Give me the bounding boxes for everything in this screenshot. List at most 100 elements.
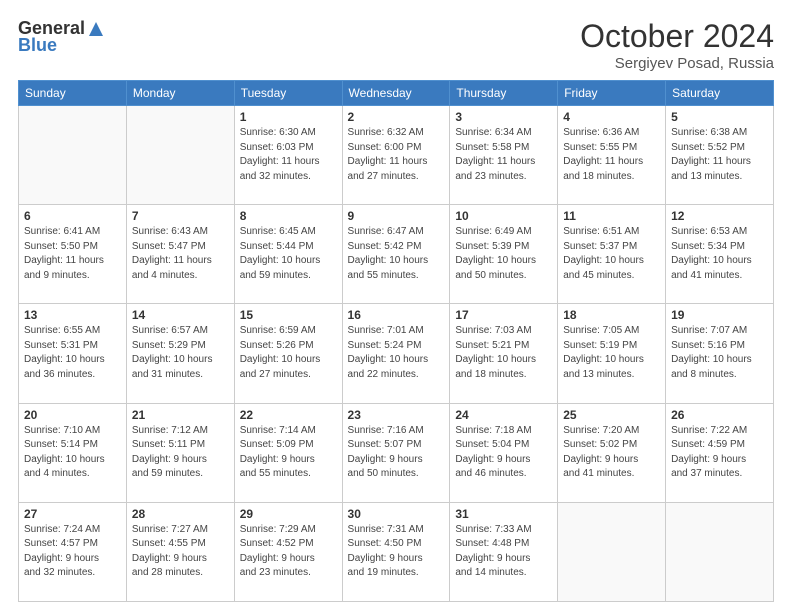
calendar-cell: 16 Sunrise: 7:01 AM Sunset: 5:24 PM Dayli… (342, 304, 450, 403)
day-detail: Sunrise: 7:27 AM Sunset: 4:55 PM Dayligh… (132, 523, 229, 581)
calendar-cell: 8 Sunrise: 6:45 AM Sunset: 5:44 PM Daylig… (234, 205, 342, 304)
calendar-table: Sunday Monday Tuesday Wednesday Thursday… (18, 80, 774, 602)
calendar-cell: 1Sunrise: 6:30 AM Sunset: 6:03 PM Daylig… (234, 106, 342, 205)
day-detail: Sunrise: 6:38 AM Sunset: 5:52 PM Dayligh… (671, 126, 768, 184)
day-number: 9 (348, 209, 445, 223)
calendar-cell: 23 Sunrise: 7:16 AM Sunset: 5:07 PM Dayli… (342, 403, 450, 502)
calendar-cell: 13Sunrise: 6:55 AM Sunset: 5:31 PM Dayli… (19, 304, 127, 403)
day-detail: Sunrise: 7:07 AM Sunset: 5:16 PM Dayligh… (671, 324, 768, 382)
day-detail: Sunrise: 7:20 AM Sunset: 5:02 PM Dayligh… (563, 424, 660, 482)
day-number: 22 (240, 408, 337, 422)
calendar-cell: 26Sunrise: 7:22 AM Sunset: 4:59 PM Dayli… (666, 403, 774, 502)
calendar-cell: 3Sunrise: 6:34 AM Sunset: 5:58 PM Daylig… (450, 106, 558, 205)
day-detail: Sunrise: 6:43 AM Sunset: 5:47 PM Dayligh… (132, 225, 229, 283)
day-detail: Sunrise: 6:59 AM Sunset: 5:26 PM Dayligh… (240, 324, 337, 382)
day-detail: Sunrise: 7:03 AM Sunset: 5:21 PM Dayligh… (455, 324, 552, 382)
col-thursday: Thursday (450, 81, 558, 106)
day-detail: Sunrise: 6:36 AM Sunset: 5:55 PM Dayligh… (563, 126, 660, 184)
calendar-cell: 14 Sunrise: 6:57 AM Sunset: 5:29 PM Dayli… (126, 304, 234, 403)
day-detail: Sunrise: 7:05 AM Sunset: 5:19 PM Dayligh… (563, 324, 660, 382)
day-detail: Sunrise: 7:31 AM Sunset: 4:50 PM Dayligh… (348, 523, 445, 581)
calendar-cell (558, 502, 666, 601)
calendar-cell: 5 Sunrise: 6:38 AM Sunset: 5:52 PM Daylig… (666, 106, 774, 205)
day-detail: Sunrise: 6:53 AM Sunset: 5:34 PM Dayligh… (671, 225, 768, 283)
calendar-cell: 20Sunrise: 7:10 AM Sunset: 5:14 PM Dayli… (19, 403, 127, 502)
calendar-cell: 27 Sunrise: 7:24 AM Sunset: 4:57 PM Dayli… (19, 502, 127, 601)
month-title: October 2024 (580, 18, 774, 55)
day-number: 12 (671, 209, 768, 223)
page: General Blue October 2024 Sergiyev Posad… (0, 0, 792, 612)
calendar-cell (666, 502, 774, 601)
day-detail: Sunrise: 6:55 AM Sunset: 5:31 PM Dayligh… (24, 324, 121, 382)
col-friday: Friday (558, 81, 666, 106)
day-detail: Sunrise: 6:47 AM Sunset: 5:42 PM Dayligh… (348, 225, 445, 283)
col-tuesday: Tuesday (234, 81, 342, 106)
calendar-cell: 29 Sunrise: 7:29 AM Sunset: 4:52 PM Dayli… (234, 502, 342, 601)
day-number: 31 (455, 507, 552, 521)
day-detail: Sunrise: 7:29 AM Sunset: 4:52 PM Dayligh… (240, 523, 337, 581)
calendar-cell: 9 Sunrise: 6:47 AM Sunset: 5:42 PM Daylig… (342, 205, 450, 304)
day-detail: Sunrise: 6:45 AM Sunset: 5:44 PM Dayligh… (240, 225, 337, 283)
col-saturday: Saturday (666, 81, 774, 106)
day-detail: Sunrise: 6:30 AM Sunset: 6:03 PM Dayligh… (240, 126, 337, 184)
day-number: 2 (348, 110, 445, 124)
day-number: 29 (240, 507, 337, 521)
calendar-cell: 21Sunrise: 7:12 AM Sunset: 5:11 PM Dayli… (126, 403, 234, 502)
day-detail: Sunrise: 7:33 AM Sunset: 4:48 PM Dayligh… (455, 523, 552, 581)
calendar-week-4: 20Sunrise: 7:10 AM Sunset: 5:14 PM Dayli… (19, 403, 774, 502)
header: General Blue October 2024 Sergiyev Posad… (18, 18, 774, 72)
calendar-week-3: 13Sunrise: 6:55 AM Sunset: 5:31 PM Dayli… (19, 304, 774, 403)
day-number: 23 (348, 408, 445, 422)
calendar-cell: 15 Sunrise: 6:59 AM Sunset: 5:26 PM Dayli… (234, 304, 342, 403)
day-number: 26 (671, 408, 768, 422)
calendar-cell: 11 Sunrise: 6:51 AM Sunset: 5:37 PM Dayli… (558, 205, 666, 304)
header-row: Sunday Monday Tuesday Wednesday Thursday… (19, 81, 774, 106)
calendar-cell: 17 Sunrise: 7:03 AM Sunset: 5:21 PM Dayli… (450, 304, 558, 403)
day-detail: Sunrise: 7:01 AM Sunset: 5:24 PM Dayligh… (348, 324, 445, 382)
calendar-week-1: 1Sunrise: 6:30 AM Sunset: 6:03 PM Daylig… (19, 106, 774, 205)
calendar-week-2: 6Sunrise: 6:41 AM Sunset: 5:50 PM Daylig… (19, 205, 774, 304)
day-detail: Sunrise: 6:34 AM Sunset: 5:58 PM Dayligh… (455, 126, 552, 184)
day-number: 30 (348, 507, 445, 521)
calendar-cell: 12 Sunrise: 6:53 AM Sunset: 5:34 PM Dayli… (666, 205, 774, 304)
calendar-cell: 7 Sunrise: 6:43 AM Sunset: 5:47 PM Daylig… (126, 205, 234, 304)
logo-blue: Blue (18, 35, 57, 56)
day-number: 4 (563, 110, 660, 124)
day-number: 10 (455, 209, 552, 223)
day-detail: Sunrise: 7:14 AM Sunset: 5:09 PM Dayligh… (240, 424, 337, 482)
calendar-cell: 22 Sunrise: 7:14 AM Sunset: 5:09 PM Dayli… (234, 403, 342, 502)
calendar-cell: 24Sunrise: 7:18 AM Sunset: 5:04 PM Dayli… (450, 403, 558, 502)
calendar-cell (19, 106, 127, 205)
title-block: October 2024 Sergiyev Posad, Russia (580, 18, 774, 72)
day-number: 14 (132, 308, 229, 322)
day-number: 17 (455, 308, 552, 322)
day-detail: Sunrise: 7:24 AM Sunset: 4:57 PM Dayligh… (24, 523, 121, 581)
calendar-cell: 30 Sunrise: 7:31 AM Sunset: 4:50 PM Dayli… (342, 502, 450, 601)
calendar-cell: 2 Sunrise: 6:32 AM Sunset: 6:00 PM Daylig… (342, 106, 450, 205)
calendar-cell: 25Sunrise: 7:20 AM Sunset: 5:02 PM Dayli… (558, 403, 666, 502)
day-detail: Sunrise: 6:57 AM Sunset: 5:29 PM Dayligh… (132, 324, 229, 382)
day-detail: Sunrise: 6:49 AM Sunset: 5:39 PM Dayligh… (455, 225, 552, 283)
day-number: 5 (671, 110, 768, 124)
logo-triangle-icon (87, 20, 105, 38)
day-detail: Sunrise: 7:16 AM Sunset: 5:07 PM Dayligh… (348, 424, 445, 482)
calendar-cell: 6Sunrise: 6:41 AM Sunset: 5:50 PM Daylig… (19, 205, 127, 304)
logo: General Blue (18, 18, 105, 56)
calendar-cell: 10 Sunrise: 6:49 AM Sunset: 5:39 PM Dayli… (450, 205, 558, 304)
day-number: 27 (24, 507, 121, 521)
day-detail: Sunrise: 7:12 AM Sunset: 5:11 PM Dayligh… (132, 424, 229, 482)
day-detail: Sunrise: 6:32 AM Sunset: 6:00 PM Dayligh… (348, 126, 445, 184)
day-number: 16 (348, 308, 445, 322)
calendar-cell: 18Sunrise: 7:05 AM Sunset: 5:19 PM Dayli… (558, 304, 666, 403)
subtitle: Sergiyev Posad, Russia (580, 55, 774, 72)
day-number: 19 (671, 308, 768, 322)
day-number: 8 (240, 209, 337, 223)
calendar-cell: 4 Sunrise: 6:36 AM Sunset: 5:55 PM Daylig… (558, 106, 666, 205)
day-detail: Sunrise: 6:51 AM Sunset: 5:37 PM Dayligh… (563, 225, 660, 283)
day-number: 11 (563, 209, 660, 223)
day-number: 15 (240, 308, 337, 322)
calendar-cell: 28Sunrise: 7:27 AM Sunset: 4:55 PM Dayli… (126, 502, 234, 601)
calendar-cell (126, 106, 234, 205)
day-number: 24 (455, 408, 552, 422)
day-number: 7 (132, 209, 229, 223)
